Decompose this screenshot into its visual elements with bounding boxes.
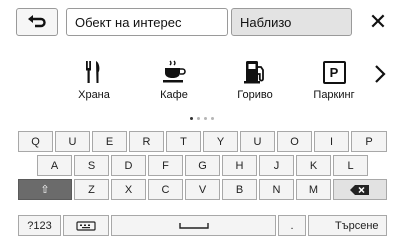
key[interactable]: X [111, 179, 146, 200]
space-key[interactable] [111, 215, 276, 236]
backspace-icon [350, 184, 369, 195]
page-dot-active [190, 116, 193, 120]
next-page-button[interactable] [370, 56, 390, 92]
key[interactable]: U [240, 131, 275, 152]
navigation-poi-search-screen: Обект на интерес Наблизо ✕ Храна Кафе Го… [0, 0, 405, 246]
page-dot [197, 116, 200, 120]
key[interactable]: E [92, 131, 127, 152]
key[interactable]: R [129, 131, 164, 152]
space-bar-icon [178, 222, 209, 229]
key[interactable]: P [351, 131, 387, 152]
back-arrow-icon [28, 15, 46, 28]
key[interactable]: J [259, 155, 294, 176]
close-icon: ✕ [368, 9, 388, 34]
backspace-key[interactable] [333, 179, 387, 200]
fuel-pump-icon [225, 58, 285, 86]
category-label: Кафе [160, 89, 188, 101]
fork-knife-icon [64, 58, 124, 86]
numbers-key[interactable]: ?123 [18, 215, 61, 236]
period-key[interactable]: . [278, 215, 306, 236]
chevron-right-icon [375, 65, 386, 83]
key[interactable]: N [259, 179, 294, 200]
page-indicator [190, 115, 214, 121]
key[interactable]: C [148, 179, 183, 200]
poi-search-input[interactable]: Обект на интерес [66, 8, 228, 36]
close-button[interactable]: ✕ [360, 8, 396, 36]
category-fuel[interactable]: Гориво [225, 58, 285, 101]
key[interactable]: T [166, 131, 201, 152]
keyboard-icon [76, 220, 96, 231]
key[interactable]: S [74, 155, 109, 176]
parking-glyph: P [329, 64, 339, 80]
coffee-cup-icon [144, 58, 204, 86]
search-key-label: Търсене [335, 219, 379, 232]
category-label: Паркинг [313, 89, 355, 101]
key[interactable]: B [222, 179, 257, 200]
poi-search-text: Обект на интерес [75, 14, 182, 30]
key[interactable]: H [222, 155, 257, 176]
category-cafe[interactable]: Кафе [144, 58, 204, 101]
key[interactable]: F [148, 155, 183, 176]
page-dot [204, 116, 207, 120]
key[interactable]: U [55, 131, 90, 152]
category-label: Гориво [237, 89, 273, 101]
key[interactable]: D [111, 155, 146, 176]
page-dot [211, 116, 214, 120]
parking-icon: P [304, 58, 364, 86]
key[interactable]: L [333, 155, 368, 176]
category-food[interactable]: Храна [64, 58, 124, 101]
key[interactable]: Q [18, 131, 53, 152]
key[interactable]: Z [74, 179, 109, 200]
back-button[interactable] [16, 8, 58, 36]
category-label: Храна [78, 89, 110, 101]
key[interactable]: G [185, 155, 220, 176]
nearby-text: Наблизо [240, 14, 292, 30]
key[interactable]: V [185, 179, 220, 200]
key[interactable]: K [296, 155, 331, 176]
search-key[interactable]: Търсене [308, 215, 387, 236]
key[interactable]: I [314, 131, 349, 152]
shift-key[interactable]: ⇧ [18, 179, 72, 200]
key[interactable]: Y [203, 131, 238, 152]
key[interactable]: M [296, 179, 331, 200]
nearby-field[interactable]: Наблизо [231, 8, 352, 36]
key[interactable]: A [37, 155, 72, 176]
key[interactable]: O [277, 131, 312, 152]
category-parking[interactable]: P Паркинг [304, 58, 364, 101]
keyboard-switch-key[interactable] [63, 215, 109, 236]
